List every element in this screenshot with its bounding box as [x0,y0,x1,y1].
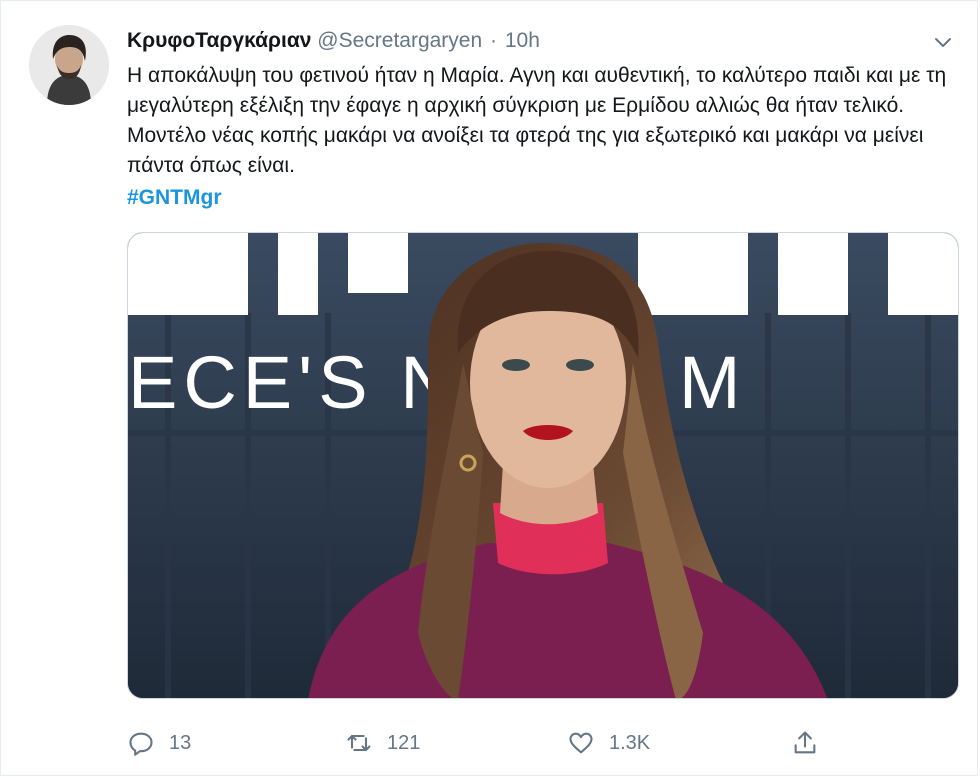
tweet-time[interactable]: 10h [505,29,540,52]
share-icon [794,731,816,754]
share-button[interactable] [791,725,819,761]
tweet-actions: 13 121 1.3K [127,725,947,761]
like-count: 1.3K [609,731,651,754]
tweet-media[interactable]: ECE'S N TOP M [127,232,959,699]
media-photo: ECE'S N TOP M [128,233,958,698]
retweet-icon [347,734,371,752]
tweet-card[interactable]: ΚρυφοΤαργκάριαν @Secretargaryen · 10h Η … [0,0,978,776]
heart-icon [569,732,593,754]
user-handle[interactable]: @Secretargaryen [317,29,482,52]
avatar-image [29,25,109,105]
like-button[interactable]: 1.3K [567,725,650,761]
tweet-header: ΚρυφοΤαργκάριαν @Secretargaryen · 10h [127,27,917,55]
display-name[interactable]: ΚρυφοΤαργκάριαν [127,29,311,52]
hashtag-link[interactable]: #GNTMgr [127,183,222,213]
retweet-count: 121 [387,731,421,754]
tweet-body: Η αποκάλυψη του φετινού ήταν η Μαρία. Αγ… [127,64,947,177]
avatar[interactable] [29,25,109,105]
retweet-button[interactable]: 121 [345,725,420,761]
reply-count: 13 [169,731,192,754]
reply-button[interactable]: 13 [127,725,191,761]
separator-dot: · [490,29,498,52]
tweet-text: Η αποκάλυψη του φετινού ήταν η Μαρία. Αγ… [127,61,965,213]
chevron-down-icon[interactable] [931,31,955,55]
reply-icon [129,732,153,756]
